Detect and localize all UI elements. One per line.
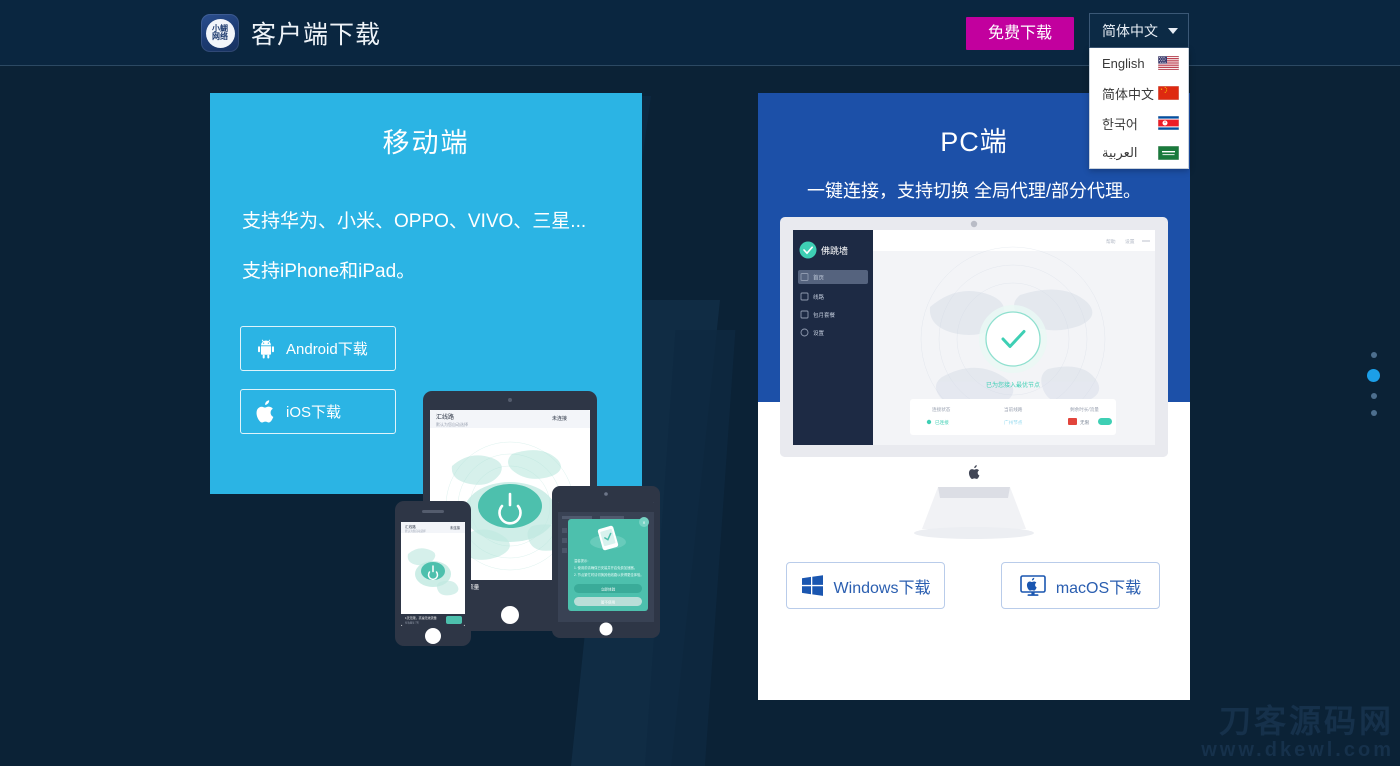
svg-text:连接状态: 连接状态 bbox=[932, 406, 951, 413]
svg-text:佛跳墙: 佛跳墙 bbox=[821, 245, 848, 256]
macos-download-button[interactable]: macOS下载 bbox=[1001, 562, 1160, 609]
watermark-line-2: www.dkewl.com bbox=[1201, 739, 1394, 761]
language-selected-label: 简体中文 bbox=[1102, 22, 1158, 39]
android-icon bbox=[258, 339, 274, 359]
language-option-label: English bbox=[1102, 55, 1145, 71]
svg-text:立即体验: 立即体验 bbox=[601, 587, 616, 592]
language-option-label: 한국어 bbox=[1102, 116, 1138, 132]
svg-text:2. 节点繁忙时请切换其他线路以获得更佳体验。: 2. 节点繁忙时请切换其他线路以获得更佳体验。 bbox=[574, 572, 644, 577]
windows-download-button[interactable]: Windows下载 bbox=[786, 562, 945, 609]
svg-text:广州节点: 广州节点 bbox=[1004, 419, 1023, 426]
svg-text:首页: 首页 bbox=[813, 274, 825, 282]
svg-text:包月套餐: 包月套餐 bbox=[813, 311, 836, 319]
svg-text:剩余时长/流量: 剩余时长/流量 bbox=[1070, 406, 1099, 413]
mobile-desc-line-2: 支持iPhone和iPad。 bbox=[242, 261, 416, 282]
pc-platform-card: PC端 一键连接，支持切换 全局代理/部分代理。 Windows下载 macOS… bbox=[758, 93, 1190, 700]
ios-download-label: iOS下载 bbox=[286, 404, 342, 421]
mobile-card-description: 支持华为、小米、OPPO、VIVO、三星... 支持iPhone和iPad。 bbox=[210, 206, 642, 288]
svg-text:1天无限，高速无线流量: 1天无限，高速无线流量 bbox=[405, 615, 437, 620]
us-flag-icon bbox=[1158, 56, 1179, 70]
pc-card-subtitle: 一键连接，支持切换 全局代理/部分代理。 bbox=[806, 181, 1141, 201]
svg-text:默认为您自动选择: 默认为您自动选择 bbox=[405, 529, 426, 533]
site-watermark: 刀客源码网 www.dkewl.com bbox=[1201, 705, 1394, 762]
language-dropdown-toggle[interactable]: 简体中文 bbox=[1089, 13, 1189, 48]
imac-monitor-icon bbox=[1020, 575, 1046, 596]
pc-download-buttons: Windows下载 macOS下载 bbox=[786, 562, 1160, 609]
ios-download-button[interactable]: iOS下载 bbox=[240, 389, 396, 434]
language-option-label: العربية bbox=[1102, 145, 1138, 160]
kp-flag-icon bbox=[1158, 116, 1179, 130]
free-download-button[interactable]: 免费下载 bbox=[965, 17, 1074, 50]
top-header-bar: 小蝴 网络 客户端下载 免费下载 简体中文 English 简体中文 한국어 ا… bbox=[0, 0, 1400, 169]
svg-text:设置: 设置 bbox=[1125, 238, 1135, 245]
svg-text:已连接: 已连接 bbox=[935, 419, 949, 426]
sa-flag-icon bbox=[1158, 146, 1179, 160]
svg-text:未连接: 未连接 bbox=[450, 525, 461, 530]
svg-text:温馨提示：: 温馨提示： bbox=[574, 558, 590, 563]
svg-text:未连接: 未连接 bbox=[552, 415, 567, 422]
language-option-label: 简体中文 bbox=[1102, 86, 1155, 102]
carousel-dot-2-active[interactable] bbox=[1367, 369, 1380, 382]
logo-text-bottom: 网络 bbox=[212, 32, 228, 41]
chevron-down-icon bbox=[1168, 27, 1178, 34]
macos-download-label: macOS下载 bbox=[1055, 579, 1142, 597]
android-download-label: Android下载 bbox=[286, 341, 368, 358]
mobile-devices-illustration: 汇线路 默认为您自动选择 未连接 最新无限高速流量 bbox=[392, 386, 682, 646]
mobile-desc-line-1: 支持华为、小米、OPPO、VIVO、三星... bbox=[242, 211, 587, 232]
windows-icon bbox=[801, 575, 823, 596]
apple-icon bbox=[256, 399, 274, 423]
windows-download-label: Windows下载 bbox=[833, 579, 931, 597]
page-title: 客户端下载 bbox=[251, 21, 382, 49]
svg-text:×: × bbox=[643, 521, 646, 527]
svg-text:1. 使用前请确保已安装并开启免费加速器。: 1. 使用前请确保已安装并开启免费加速器。 bbox=[574, 565, 637, 570]
page-root: 小蝴 网络 客户端下载 免费下载 简体中文 English 简体中文 한국어 ا… bbox=[0, 0, 1400, 766]
svg-text:当前线路: 当前线路 bbox=[1004, 406, 1023, 413]
android-download-button[interactable]: Android下载 bbox=[240, 326, 396, 371]
language-selector: 简体中文 English 简体中文 한국어 العربية bbox=[1089, 13, 1189, 169]
cn-flag-icon bbox=[1158, 86, 1179, 100]
desktop-monitor-illustration: 佛跳墙 首页 线路 包月套餐 设置 帮助 设置 已为您接入最优节点 连接状态 当… bbox=[780, 217, 1168, 552]
language-dropdown-menu: English 简体中文 한국어 العربية bbox=[1089, 48, 1189, 169]
carousel-dot-4[interactable] bbox=[1370, 410, 1377, 416]
svg-text:汇线路: 汇线路 bbox=[405, 524, 416, 529]
svg-text:暂不使用: 暂不使用 bbox=[601, 600, 616, 605]
svg-text:汇线路: 汇线路 bbox=[436, 413, 454, 421]
language-option-english[interactable]: English bbox=[1090, 48, 1188, 78]
carousel-dot-1[interactable] bbox=[1370, 352, 1377, 358]
app-logo-icon: 小蝴 网络 bbox=[201, 14, 239, 52]
logo-inner-circle: 小蝴 网络 bbox=[205, 18, 235, 48]
svg-text:无限: 无限 bbox=[1080, 419, 1090, 426]
carousel-dot-3[interactable] bbox=[1370, 393, 1377, 399]
language-option-korean[interactable]: 한국어 bbox=[1090, 108, 1188, 138]
svg-text:线路: 线路 bbox=[813, 293, 825, 301]
svg-text:设置: 设置 bbox=[813, 329, 825, 337]
svg-text:有效期至 7天: 有效期至 7天 bbox=[405, 621, 420, 625]
watermark-line-1: 刀客源码网 bbox=[1218, 703, 1394, 740]
language-option-arabic[interactable]: العربية bbox=[1090, 138, 1188, 168]
carousel-dots bbox=[1367, 352, 1380, 416]
language-option-chinese[interactable]: 简体中文 bbox=[1090, 78, 1188, 108]
svg-text:帮助: 帮助 bbox=[1106, 238, 1116, 245]
svg-text:已为您接入最优节点: 已为您接入最优节点 bbox=[986, 381, 1040, 389]
svg-text:默认为您自动选择: 默认为您自动选择 bbox=[436, 421, 468, 427]
brand: 小蝴 网络 客户端下载 bbox=[201, 14, 381, 52]
mobile-card-title: 移动端 bbox=[382, 128, 470, 158]
